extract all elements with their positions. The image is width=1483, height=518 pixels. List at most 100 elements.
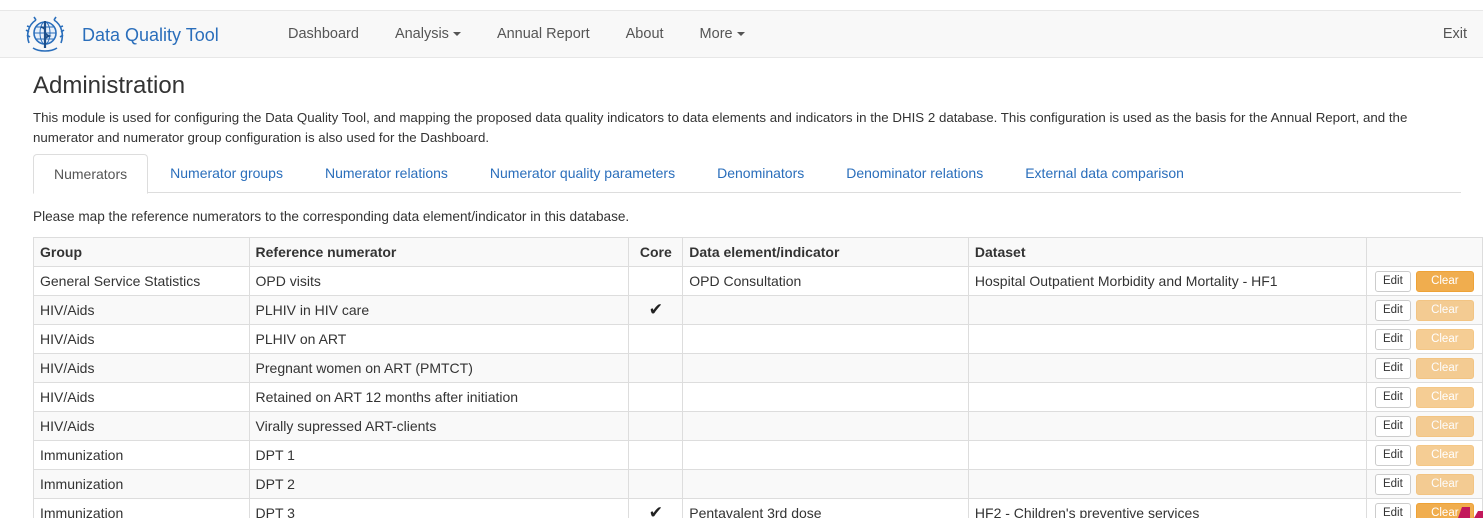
cell-reference-numerator: PLHIV on ART [248,324,630,354]
cell-core [628,411,684,441]
tab-numerators[interactable]: Numerators [33,154,149,194]
cell-data-element: OPD Consultation [682,266,969,296]
edit-button[interactable]: Edit [1374,299,1411,321]
clear-button[interactable]: Clear [1415,328,1474,350]
row-actions: Edit Clear [1373,415,1476,437]
cell-actions: Edit Clear [1365,353,1483,383]
table-header-row: Group Reference numerator Core Data elem… [33,237,1483,267]
nav-annual-report[interactable]: Annual Report [479,26,608,42]
cell-data-element [682,469,969,499]
cell-group: HIV/Aids [33,295,250,325]
cell-core: ✔ [628,498,684,518]
table-row: HIV/Aids Virally supressed ART-clients Edi… [33,411,1483,441]
row-actions: Edit Clear [1373,328,1476,350]
clear-button[interactable]: Clear [1415,386,1474,408]
nav-dashboard[interactable]: Dashboard [270,26,377,42]
nav-analysis-label: Analysis [394,26,449,42]
column-header-core: Core [628,237,684,267]
nav-about[interactable]: About [608,26,682,42]
cell-data-element [682,295,969,325]
instruction-text: Please map the reference numerators to t… [33,209,630,224]
cell-group: HIV/Aids [33,382,250,412]
table-row: HIV/Aids PLHIV on ART Edit Clear [33,324,1483,354]
checkmark-icon: ✔ [648,300,663,319]
main-nav: Dashboard Analysis Annual Report About M… [270,11,763,57]
cell-core: ✔ [628,295,684,325]
edit-button[interactable]: Edit [1374,502,1411,518]
edit-button[interactable]: Edit [1374,415,1411,437]
tab-numerator-groups[interactable]: Numerator groups [150,154,303,193]
cell-dataset [967,469,1367,499]
clear-button[interactable]: Clear [1415,299,1474,321]
nav-more-label: More [699,26,733,42]
admin-tabs: Numerators Numerator groups Numerator re… [33,154,1461,194]
row-actions: Edit Clear [1373,386,1476,408]
cell-core [628,469,684,499]
cell-data-element [682,324,969,354]
cell-group: HIV/Aids [33,411,250,441]
clear-button[interactable]: Clear [1415,270,1474,292]
tab-denominators[interactable]: Denominators [697,154,824,193]
nav-analysis-dropdown[interactable]: Analysis [377,26,479,42]
caret-down-icon [452,32,461,36]
table-row: HIV/Aids PLHIV in HIV care ✔ Edit Clear [33,295,1483,325]
caret-down-icon [736,32,745,36]
column-header-actions [1365,237,1483,267]
cell-actions: Edit Clear [1365,469,1483,499]
cell-group: HIV/Aids [33,324,250,354]
cell-core [628,324,684,354]
cell-dataset [967,353,1367,383]
column-header-data-element: Data element/indicator [682,237,969,267]
cell-actions: Edit Clear [1365,411,1483,441]
table-row: HIV/Aids Pregnant women on ART (PMTCT) Edi… [33,353,1483,383]
column-header-group: Group [33,237,250,267]
nav-more-dropdown[interactable]: More [682,26,763,42]
cell-data-element [682,440,969,470]
cell-dataset: HF2 - Children's preventive services [967,498,1367,518]
cell-dataset: Hospital Outpatient Morbidity and Mortal… [967,266,1367,296]
clear-button[interactable]: Clear [1415,415,1474,437]
exit-link[interactable]: Exit [1443,11,1467,57]
edit-button[interactable]: Edit [1374,328,1411,350]
edit-button[interactable]: Edit [1374,386,1411,408]
cell-actions: Edit Clear [1365,440,1483,470]
cell-reference-numerator: OPD visits [248,266,630,296]
cell-core [628,440,684,470]
numerators-table: Group Reference numerator Core Data elem… [33,237,1483,518]
table-row: General Service Statistics OPD visits OPD … [33,266,1483,296]
tab-external-data-comparison[interactable]: External data comparison [1005,154,1204,193]
cell-reference-numerator: DPT 3 [248,498,630,518]
table-row: Immunization DPT 3 ✔ Pentavalent 3rd dose HF… [33,498,1483,518]
clear-button[interactable]: Clear [1415,473,1474,495]
column-header-dataset: Dataset [967,237,1367,267]
edit-button[interactable]: Edit [1374,357,1411,379]
edit-button[interactable]: Edit [1374,444,1411,466]
cell-actions: Edit Clear [1365,324,1483,354]
edit-button[interactable]: Edit [1374,270,1411,292]
cell-reference-numerator: Virally supressed ART-clients [248,411,630,441]
cell-core [628,382,684,412]
cell-data-element [682,353,969,383]
clear-button[interactable]: Clear [1415,444,1474,466]
top-navbar: Data Quality Tool Dashboard Analysis Ann… [0,10,1483,58]
corner-logo-fragment [1458,507,1483,518]
tab-numerator-quality-parameters[interactable]: Numerator quality parameters [470,154,695,193]
clear-button[interactable]: Clear [1415,357,1474,379]
brand-title: Data Quality Tool [82,24,219,45]
cell-core [628,353,684,383]
brand-link[interactable]: Data Quality Tool [23,13,219,57]
page-title: Administration [33,72,186,99]
row-actions: Edit Clear [1373,299,1476,321]
cell-actions: Edit Clear [1365,295,1483,325]
cell-reference-numerator: Retained on ART 12 months after initiati… [248,382,630,412]
tab-numerator-relations[interactable]: Numerator relations [305,154,468,193]
cell-group: Immunization [33,440,250,470]
row-actions: Edit Clear [1373,357,1476,379]
checkmark-icon: ✔ [648,503,663,518]
table-body: General Service Statistics OPD visits OPD … [33,266,1483,518]
tab-denominator-relations[interactable]: Denominator relations [826,154,1003,193]
table-row: Immunization DPT 1 Edit Clear [33,440,1483,470]
edit-button[interactable]: Edit [1374,473,1411,495]
cell-dataset [967,324,1367,354]
column-header-reference-numerator: Reference numerator [248,237,630,267]
